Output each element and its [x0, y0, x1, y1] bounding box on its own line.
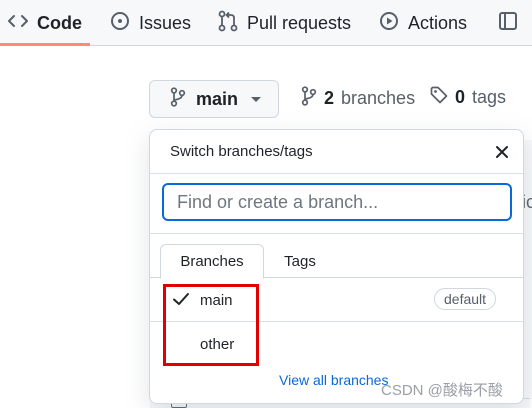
branches-count: 2 [324, 88, 335, 108]
current-branch-label: main [196, 88, 239, 109]
tab-issues-label: Issues [139, 12, 192, 33]
default-branch-badge: default [434, 288, 497, 310]
active-tab-underline [0, 43, 90, 46]
tab-actions[interactable]: Actions [379, 0, 467, 46]
repo-nav: Code Issues Pull requests Actions [0, 0, 532, 46]
branch-item-other[interactable]: other [150, 322, 523, 366]
branch-selector-button[interactable]: main [149, 80, 279, 118]
branches-count-link[interactable]: 2 branches [301, 86, 415, 111]
view-all-branches-link[interactable]: View all branches [279, 372, 388, 388]
tab-actions-label: Actions [408, 12, 468, 33]
tab-code[interactable]: Code [8, 0, 82, 46]
branch-item-main[interactable]: main default [150, 278, 523, 322]
project-icon [498, 11, 518, 36]
pull-request-icon [218, 10, 238, 37]
tab-code-label: Code [37, 12, 82, 33]
tags-count-label: tags [472, 87, 507, 107]
branch-item-label: other [200, 336, 235, 353]
tag-icon [430, 86, 448, 109]
check-icon [172, 291, 190, 312]
branch-item-label: main [200, 292, 233, 309]
page: Code Issues Pull requests Actions main 2… [0, 0, 532, 408]
dropdown-header: Switch branches/tags [150, 130, 523, 174]
tags-count-link[interactable]: 0 tags [430, 86, 506, 109]
branch-icon [301, 86, 317, 111]
filter-area [150, 174, 523, 234]
branch-switcher-dropdown: Switch branches/tags Branches Tags main … [149, 129, 524, 404]
tab-issues[interactable]: Issues [110, 0, 191, 46]
code-icon [8, 13, 28, 34]
tab-projects[interactable] [498, 0, 518, 46]
issues-icon [110, 11, 130, 36]
dropdown-title: Switch branches/tags [170, 143, 313, 160]
chevron-down-icon [251, 96, 262, 102]
branch-filter-input[interactable] [162, 183, 512, 221]
branch-icon [170, 86, 186, 112]
tab-tags[interactable]: Tags [270, 244, 330, 279]
tab-pull-requests-label: Pull requests [247, 12, 352, 33]
close-icon[interactable] [492, 142, 512, 162]
branches-count-label: branches [341, 88, 416, 108]
branch-tag-tabs: Branches Tags [150, 234, 523, 279]
watermark: CSDN @酸梅不酸 [381, 382, 503, 399]
tab-pull-requests[interactable]: Pull requests [218, 0, 351, 46]
tags-count: 0 [455, 87, 466, 107]
tab-branches[interactable]: Branches [160, 244, 264, 279]
actions-icon [379, 11, 399, 36]
